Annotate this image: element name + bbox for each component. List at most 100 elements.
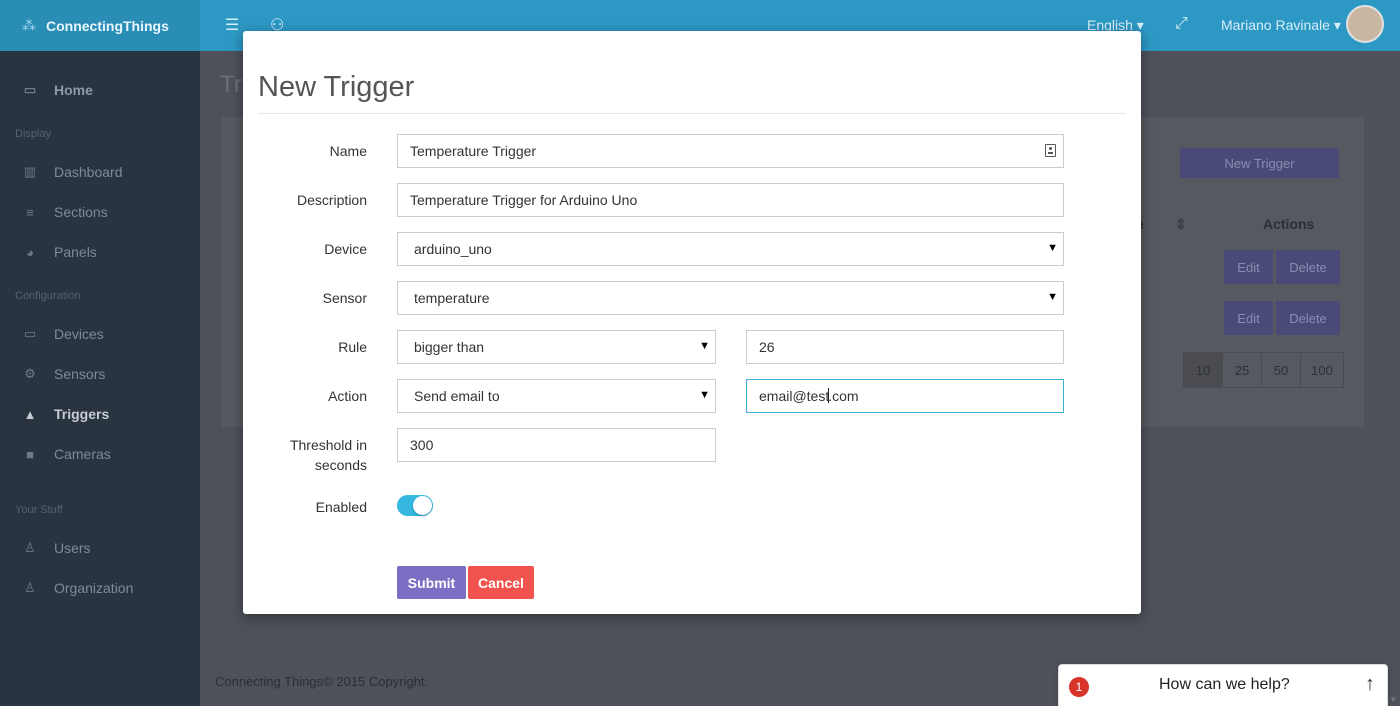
sensor-select[interactable]: temperature ▼ — [397, 281, 1064, 315]
sidebar-item-label: Dashboard — [54, 164, 123, 180]
page-size-option[interactable]: 25 — [1223, 353, 1262, 387]
page-size-option[interactable]: 100 — [1301, 353, 1343, 387]
list-icon: ≡ — [26, 204, 34, 220]
description-input[interactable]: Temperature Trigger for Arduino Uno — [397, 183, 1064, 217]
enabled-label: Enabled — [315, 499, 367, 515]
delete-button[interactable]: Delete — [1276, 250, 1340, 284]
sidebar-item-label: Panels — [54, 244, 97, 260]
expand-icon[interactable]: ⤢ — [1175, 15, 1188, 33]
action-select[interactable]: Send email to ▼ — [397, 379, 716, 413]
help-widget[interactable]: 1 How can we help? ↑ — [1058, 664, 1388, 706]
new-trigger-button[interactable]: New Trigger — [1180, 148, 1339, 178]
device-select-value: arduino_uno — [414, 241, 492, 257]
device-icon: ▭ — [23, 326, 37, 341]
sidebar-item-users[interactable]: ♙ Users — [22, 540, 91, 556]
user-menu[interactable]: Mariano Ravinale ▾ — [1221, 17, 1341, 34]
bar-chart-icon: ▥ — [23, 164, 37, 179]
footer-copyright: Connecting Things© 2015 Copyright. — [215, 674, 429, 689]
sensor-select-value: temperature — [414, 290, 490, 306]
threshold-input-value: 300 — [410, 437, 434, 453]
sidebar-item-cameras[interactable]: ■ Cameras — [22, 446, 111, 462]
rule-value-input[interactable]: 26 — [746, 330, 1064, 364]
page-size-selector: 10 25 50 100 — [1183, 352, 1344, 388]
description-label: Description — [296, 192, 367, 208]
rule-select-value: bigger than — [414, 339, 485, 355]
toggle-knob — [413, 496, 432, 515]
name-input[interactable]: Temperature Trigger — [397, 134, 1064, 168]
name-label: Name — [329, 143, 367, 159]
sidebar-heading-configuration: Configuration — [15, 290, 81, 302]
sidebar-item-label: Sensors — [54, 366, 106, 382]
threshold-label: Threshold in seconds — [243, 435, 367, 475]
device-select[interactable]: arduino_uno ▼ — [397, 232, 1064, 266]
sidebar-item-home[interactable]: ▭ Home — [22, 82, 93, 98]
submit-button[interactable]: Submit — [397, 566, 466, 599]
warning-icon: ▲ — [23, 406, 37, 422]
brand[interactable]: ⁂ ConnectingThings — [0, 0, 200, 51]
user-name: Mariano Ravinale — [1221, 17, 1330, 33]
sidebar-item-organization[interactable]: ♙ Organization — [22, 580, 133, 596]
dropdown-arrow-icon: ▼ — [699, 389, 710, 401]
email-text-after-cursor: .com — [828, 388, 859, 404]
email-text-before-cursor: email@test — [759, 388, 830, 404]
page-title: Tr — [220, 71, 242, 98]
sidebar-item-sensors[interactable]: ⚙ Sensors — [22, 366, 105, 382]
help-widget-text: How can we help? — [1159, 676, 1290, 693]
device-label: Device — [324, 241, 367, 257]
sidebar-heading-display: Display — [15, 128, 52, 140]
gauge-icon: ◕ — [26, 244, 34, 260]
edit-button[interactable]: Edit — [1224, 250, 1273, 284]
email-field-value: email@test.com — [759, 388, 859, 404]
scrollbar-down-arrow-icon[interactable]: ▼ — [1389, 695, 1397, 704]
modal-divider — [258, 113, 1126, 114]
email-field[interactable]: email@test.com — [746, 379, 1064, 413]
cancel-button[interactable]: Cancel — [468, 566, 534, 599]
description-input-value: Temperature Trigger for Arduino Uno — [410, 192, 638, 208]
actions-header: Actions — [1263, 216, 1315, 232]
sidebar: ▭ Home Display ▥ Dashboard ≡ Sections ◕ Pane… — [0, 51, 200, 706]
edit-button[interactable]: Edit — [1224, 301, 1273, 335]
sidebar-item-sections[interactable]: ≡ Sections — [22, 204, 108, 220]
threshold-label-line1: Threshold in — [289, 437, 367, 453]
sidebar-item-label: Triggers — [54, 406, 110, 422]
dropdown-arrow-icon: ▼ — [1047, 291, 1058, 303]
sidebar-item-label: Home — [54, 82, 93, 98]
sidebar-item-dashboard[interactable]: ▥ Dashboard — [22, 164, 123, 180]
sidebar-item-panels[interactable]: ◕ Panels — [22, 244, 97, 260]
avatar[interactable] — [1346, 5, 1384, 43]
sidebar-heading-your-stuff: Your Stuff — [15, 504, 63, 516]
notification-badge: 1 — [1069, 677, 1089, 697]
rule-select[interactable]: bigger than ▼ — [397, 330, 716, 364]
user-icon: ♙ — [24, 540, 36, 555]
sensor-label: Sensor — [322, 290, 367, 306]
brand-name: ConnectingThings — [46, 17, 169, 34]
brand-logo-icon: ⁂ — [22, 17, 36, 33]
page-size-option[interactable]: 10 — [1184, 353, 1223, 387]
sidebar-item-triggers[interactable]: ▲ Triggers — [22, 406, 110, 422]
sidebar-item-label: Devices — [54, 326, 104, 342]
dropdown-arrow-icon: ▼ — [1047, 242, 1058, 254]
rule-label: Rule — [338, 339, 367, 355]
new-trigger-modal: New Trigger Name Temperature Trigger Des… — [243, 31, 1141, 614]
threshold-input[interactable]: 300 — [397, 428, 716, 462]
page-size-option[interactable]: 50 — [1262, 353, 1301, 387]
action-select-value: Send email to — [414, 388, 500, 404]
arrow-up-icon[interactable]: ↑ — [1365, 673, 1375, 696]
action-label: Action — [328, 388, 367, 404]
sidebar-item-label: Users — [54, 540, 91, 556]
hamburger-icon[interactable]: ☰ — [225, 15, 239, 35]
sidebar-item-label: Cameras — [54, 446, 111, 462]
name-input-value: Temperature Trigger — [410, 143, 537, 159]
sort-icon[interactable]: ⇕ — [1175, 216, 1187, 233]
sidebar-item-devices[interactable]: ▭ Devices — [22, 326, 104, 342]
home-icon: ▭ — [23, 82, 37, 97]
rule-value-input-value: 26 — [759, 339, 775, 355]
threshold-label-line2: seconds — [314, 457, 367, 473]
sidebar-item-label: Sections — [54, 204, 108, 220]
contact-card-icon[interactable] — [1045, 144, 1056, 157]
sidebar-item-label: Organization — [54, 580, 134, 596]
enabled-toggle[interactable] — [397, 495, 433, 516]
delete-button[interactable]: Delete — [1276, 301, 1340, 335]
dropdown-arrow-icon: ▼ — [699, 340, 710, 352]
video-camera-icon: ■ — [26, 446, 34, 462]
